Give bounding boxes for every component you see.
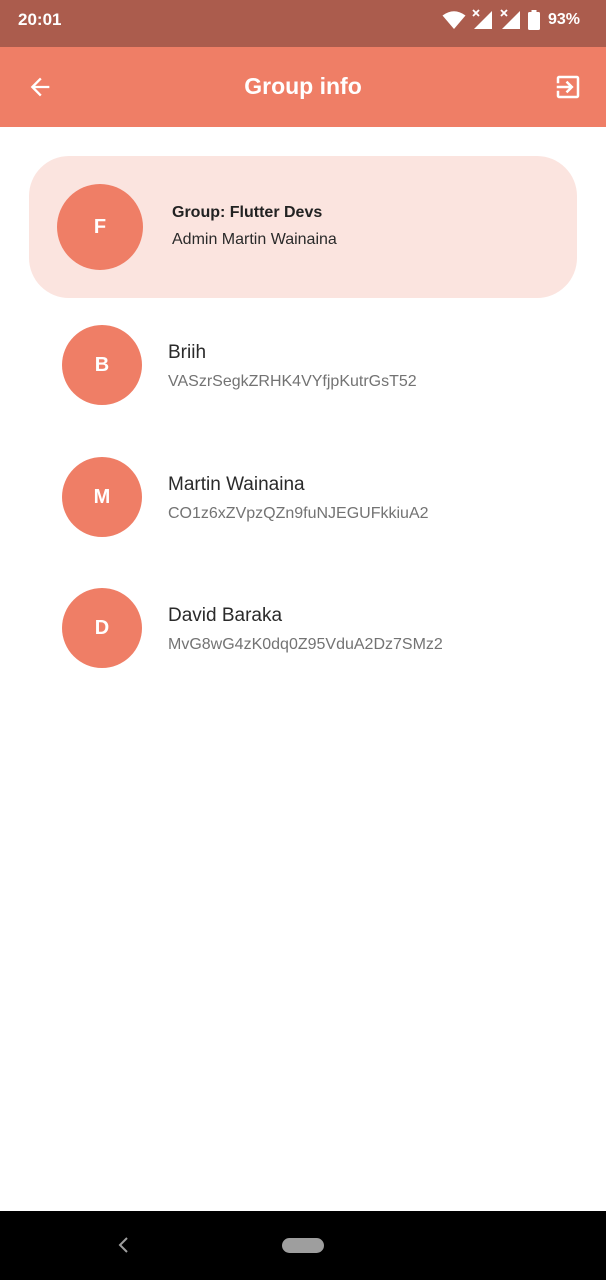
app-bar: Group info [0,47,606,127]
exit-group-button[interactable] [548,67,588,107]
page-title: Group info [244,73,362,99]
member-list-item[interactable]: B Briih VASzrSegkZRHK4VYfjpKutrGsT52 [0,325,606,435]
signal-icon [472,9,492,29]
signal-icon [500,9,520,29]
member-id: MvG8wG4zK0dq0Z95VduA2Dz7SMz2 [168,636,443,653]
group-name: Group: Flutter Devs [172,204,323,221]
member-list-item[interactable]: M Martin Wainaina CO1z6xZVpzQZn9fuNJEGUF… [0,457,606,567]
avatar: M [62,457,142,537]
group-avatar: F [57,184,143,270]
group-admin: Admin Martin Wainaina [172,231,337,248]
status-bar: 20:01 93% [0,0,606,47]
wifi-icon [442,11,466,29]
exit-icon [556,75,580,99]
member-id: CO1z6xZVpzQZn9fuNJEGUFkkiuA2 [168,505,429,522]
system-navigation-bar [0,1211,606,1280]
member-name: Briih [168,342,207,363]
nav-home-button[interactable] [282,1238,324,1253]
group-info-card: F Group: Flutter Devs Admin Martin Waina… [29,156,577,298]
member-name: David Baraka [168,605,283,626]
status-icons: 93% [442,9,580,31]
avatar: B [62,325,142,405]
member-id: VASzrSegkZRHK4VYfjpKutrGsT52 [168,373,417,390]
avatar: D [62,588,142,668]
nav-back-icon[interactable] [112,1233,136,1257]
member-name: Martin Wainaina [168,474,305,495]
status-time: 20:01 [18,10,62,29]
member-list-item[interactable]: D David Baraka MvG8wG4zK0dq0Z95VduA2Dz7S… [0,588,606,698]
battery-icon [527,10,540,30]
battery-percentage: 93% [547,11,580,28]
